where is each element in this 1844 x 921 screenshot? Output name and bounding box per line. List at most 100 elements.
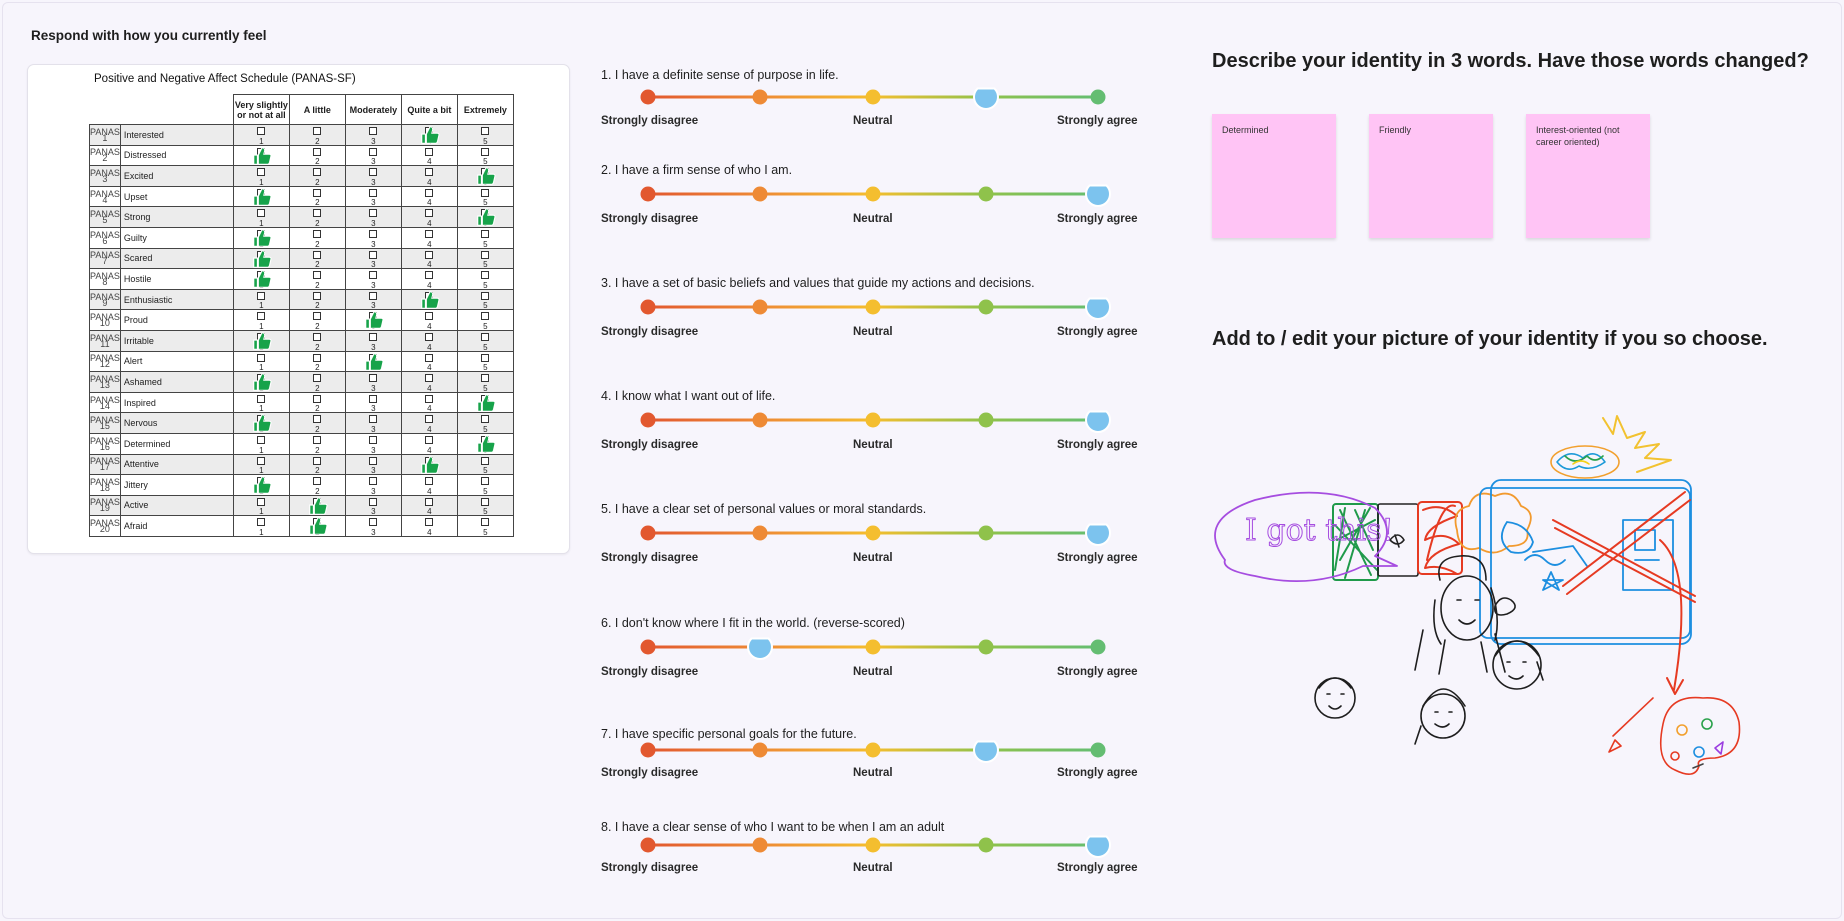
slider-stop[interactable] bbox=[865, 89, 881, 105]
panas-option-cell[interactable]: 2 bbox=[288, 474, 346, 496]
slider-stop[interactable] bbox=[640, 412, 656, 428]
panas-checkbox[interactable] bbox=[257, 497, 266, 506]
panas-option-cell[interactable]: 1 bbox=[232, 515, 290, 537]
panas-checkbox[interactable] bbox=[481, 147, 490, 156]
panas-option-cell[interactable]: 2 bbox=[288, 247, 346, 269]
panas-checkbox[interactable] bbox=[257, 456, 266, 465]
panas-checkbox[interactable] bbox=[425, 188, 434, 197]
panas-option-cell[interactable]: 3 bbox=[344, 165, 402, 187]
panas-option-cell[interactable]: 4 bbox=[400, 350, 458, 372]
panas-option-cell[interactable]: 4 bbox=[400, 453, 458, 476]
panas-option-cell[interactable]: 1 bbox=[232, 144, 290, 166]
panas-option-cell[interactable]: 3 bbox=[344, 474, 402, 496]
panas-checkbox[interactable] bbox=[313, 250, 322, 259]
likert-slider[interactable] bbox=[601, 730, 1141, 770]
panas-option-cell[interactable]: 4 bbox=[400, 329, 458, 352]
panas-option-cell[interactable]: 2 bbox=[288, 144, 346, 166]
panas-checkbox[interactable] bbox=[481, 229, 490, 238]
panas-checkbox[interactable] bbox=[257, 168, 266, 177]
panas-option-cell[interactable]: 5 bbox=[456, 391, 514, 413]
thumbs-up-icon[interactable] bbox=[251, 186, 273, 208]
panas-checkbox[interactable] bbox=[313, 147, 322, 156]
panas-checkbox[interactable] bbox=[257, 209, 266, 218]
panas-option-cell[interactable]: 5 bbox=[456, 124, 514, 146]
thumbs-up-icon[interactable] bbox=[419, 454, 441, 476]
panas-checkbox[interactable] bbox=[425, 497, 434, 506]
slider-stop[interactable] bbox=[1090, 742, 1106, 758]
panas-option-cell[interactable]: 3 bbox=[344, 185, 402, 207]
panas-checkbox[interactable] bbox=[257, 291, 266, 300]
likert-slider[interactable] bbox=[601, 825, 1141, 865]
panas-option-cell[interactable]: 1 bbox=[232, 371, 290, 393]
panas-checkbox[interactable] bbox=[313, 312, 322, 321]
panas-checkbox[interactable] bbox=[425, 435, 434, 444]
panas-option-cell[interactable]: 4 bbox=[400, 268, 458, 290]
panas-checkbox[interactable] bbox=[369, 374, 378, 383]
likert-slider[interactable] bbox=[601, 174, 1141, 214]
slider-stop[interactable] bbox=[752, 412, 768, 428]
panas-checkbox[interactable] bbox=[313, 374, 322, 383]
panas-option-cell[interactable]: 3 bbox=[344, 268, 402, 290]
panas-option-cell[interactable]: 4 bbox=[400, 432, 458, 455]
slider-stop[interactable] bbox=[978, 299, 994, 315]
panas-card[interactable]: Positive and Negative Affect Schedule (P… bbox=[27, 64, 570, 554]
panas-option-cell[interactable]: 2 bbox=[288, 268, 346, 290]
panas-option-cell[interactable]: 2 bbox=[288, 391, 346, 413]
panas-checkbox[interactable] bbox=[425, 415, 434, 424]
slider-stop[interactable] bbox=[640, 89, 656, 105]
panas-option-cell[interactable]: 5 bbox=[456, 247, 514, 269]
panas-checkbox[interactable] bbox=[313, 271, 322, 280]
slider-stop[interactable] bbox=[1090, 639, 1106, 655]
panas-checkbox[interactable] bbox=[313, 127, 322, 135]
panas-checkbox[interactable] bbox=[481, 188, 490, 197]
thumbs-up-icon[interactable] bbox=[251, 268, 273, 290]
slider-stop[interactable] bbox=[978, 525, 994, 541]
panas-option-cell[interactable]: 1 bbox=[232, 412, 290, 434]
panas-checkbox[interactable] bbox=[313, 415, 322, 424]
panas-checkbox[interactable] bbox=[369, 188, 378, 197]
panas-checkbox[interactable] bbox=[313, 291, 322, 300]
panas-option-cell[interactable]: 5 bbox=[456, 185, 514, 207]
panas-option-cell[interactable]: 2 bbox=[288, 226, 346, 249]
panas-option-cell[interactable]: 2 bbox=[288, 185, 346, 207]
panas-option-cell[interactable]: 5 bbox=[456, 288, 514, 310]
panas-checkbox[interactable] bbox=[425, 209, 434, 218]
panas-option-cell[interactable]: 3 bbox=[344, 350, 402, 373]
panas-checkbox[interactable] bbox=[425, 394, 434, 403]
panas-option-cell[interactable]: 1 bbox=[232, 350, 290, 372]
panas-checkbox[interactable] bbox=[481, 497, 490, 506]
slider-stop[interactable] bbox=[752, 299, 768, 315]
panas-option-cell[interactable]: 5 bbox=[456, 329, 514, 352]
panas-checkbox[interactable] bbox=[257, 127, 266, 135]
panas-option-cell[interactable]: 5 bbox=[456, 226, 514, 249]
panas-checkbox[interactable] bbox=[369, 497, 378, 506]
panas-option-cell[interactable]: 3 bbox=[344, 453, 402, 475]
panas-checkbox[interactable] bbox=[313, 435, 322, 444]
slider-stop[interactable] bbox=[978, 412, 994, 428]
panas-option-cell[interactable]: 3 bbox=[344, 391, 402, 413]
panas-option-cell[interactable]: 4 bbox=[400, 206, 458, 228]
slider-stop[interactable] bbox=[640, 186, 656, 202]
panas-option-cell[interactable]: 5 bbox=[456, 494, 514, 516]
panas-option-cell[interactable]: 1 bbox=[232, 124, 290, 146]
panas-option-cell[interactable]: 5 bbox=[456, 515, 514, 537]
panas-checkbox[interactable] bbox=[425, 271, 434, 280]
panas-checkbox[interactable] bbox=[369, 229, 378, 238]
panas-checkbox[interactable] bbox=[313, 332, 322, 341]
panas-checkbox[interactable] bbox=[257, 435, 266, 444]
panas-option-cell[interactable]: 3 bbox=[344, 206, 402, 228]
panas-option-cell[interactable]: 4 bbox=[400, 515, 458, 537]
thumbs-up-icon[interactable] bbox=[307, 515, 329, 537]
likert-slider[interactable] bbox=[601, 77, 1141, 117]
slider-stop[interactable] bbox=[865, 525, 881, 541]
panas-option-cell[interactable]: 1 bbox=[232, 288, 290, 310]
panas-checkbox[interactable] bbox=[313, 353, 322, 362]
slider-stop[interactable] bbox=[752, 742, 768, 758]
panas-option-cell[interactable]: 5 bbox=[456, 165, 514, 187]
panas-option-cell[interactable]: 3 bbox=[344, 412, 402, 434]
thumbs-up-icon[interactable] bbox=[251, 330, 273, 352]
thumbs-up-icon[interactable] bbox=[363, 351, 385, 373]
thumbs-up-icon[interactable] bbox=[251, 412, 273, 434]
slider-stop[interactable] bbox=[640, 742, 656, 758]
thumbs-up-icon[interactable] bbox=[307, 495, 329, 517]
